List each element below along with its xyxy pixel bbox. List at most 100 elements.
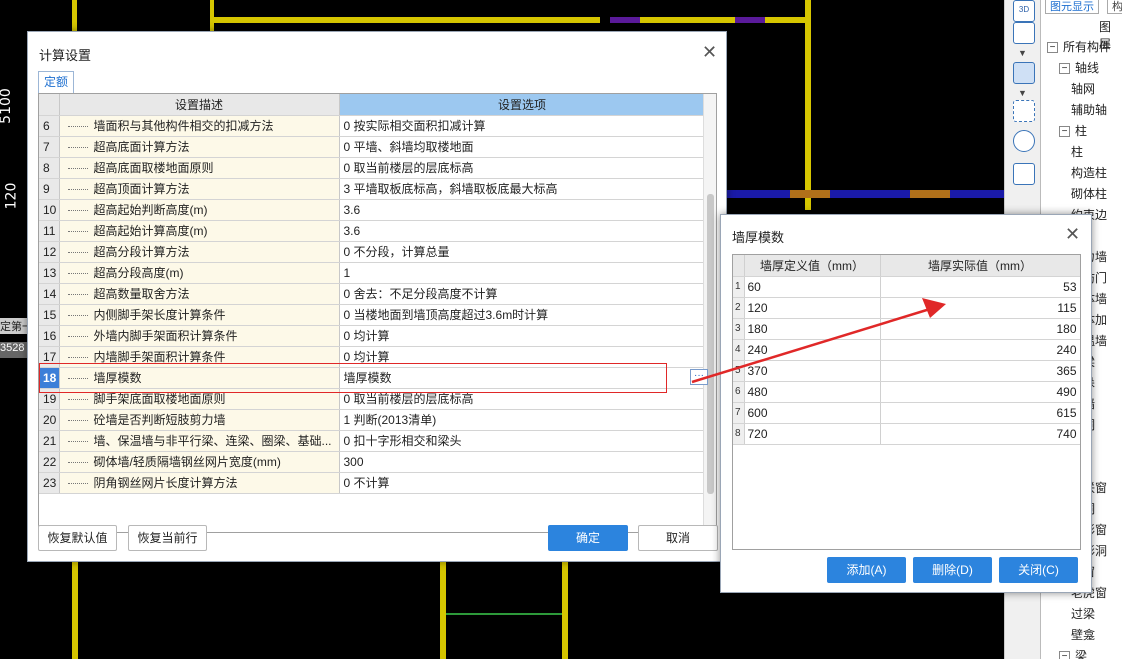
defined-value-cell[interactable]: 120 — [744, 297, 881, 319]
collapse-icon[interactable]: − — [1059, 63, 1070, 75]
collapse-icon[interactable]: − — [1059, 651, 1070, 659]
tab-component[interactable]: 构 — [1107, 0, 1122, 14]
hex-component-icon[interactable] — [1013, 130, 1035, 152]
defined-value-cell[interactable]: 240 — [744, 339, 881, 361]
table-row[interactable]: 23 阴角钢丝网片长度计算方法 0 不计算 — [39, 472, 706, 494]
actual-value-cell[interactable]: 53 — [880, 276, 1080, 298]
row-option-value[interactable]: 墙厚模数 — [339, 367, 706, 389]
restore-row-button[interactable]: 恢复当前行 — [128, 525, 207, 551]
actual-value-cell[interactable]: 115 — [880, 297, 1080, 319]
cancel-button[interactable]: 取消 — [638, 525, 718, 551]
row-option-value[interactable]: 3.6 — [339, 220, 706, 242]
row-option-value[interactable]: 0 舍去：不足分段高度不计算 — [339, 283, 706, 305]
row-description-text: 外墙内脚手架面积计算条件 — [93, 329, 238, 343]
chevron-down-icon[interactable]: ▼ — [1018, 48, 1027, 58]
table-row[interactable]: 6 480 490 — [733, 381, 1080, 403]
tree-item[interactable]: 轴网 — [1071, 79, 1095, 100]
row-option-value[interactable]: 0 取当前楼层的层底标高 — [339, 157, 706, 179]
row-option-value[interactable]: 3.6 — [339, 199, 706, 221]
table-row[interactable]: 9 超高顶面计算方法 3 平墙取板底标高，斜墙取板底最大标高 — [39, 178, 706, 200]
row-option-value[interactable]: 0 按实际相交面积扣减计算 — [339, 115, 706, 137]
close-button[interactable]: 关闭(C) — [999, 557, 1078, 583]
table-row[interactable]: 4 240 240 — [733, 339, 1080, 361]
row-option-value[interactable]: 1 — [339, 262, 706, 284]
table-row[interactable]: 8 720 740 — [733, 423, 1080, 445]
row-option-value[interactable]: 0 取当前楼层的层底标高 — [339, 388, 706, 410]
close-icon[interactable]: ✕ — [1065, 225, 1080, 243]
restore-default-button[interactable]: 恢复默认值 — [38, 525, 117, 551]
table-row[interactable]: 7 超高底面计算方法 0 平墙、斜墙均取楼地面 — [39, 136, 706, 158]
row-option-value[interactable]: 0 当楼地面到墙顶高度超过3.6m时计算 — [339, 304, 706, 326]
tree-item[interactable]: 柱 — [1071, 142, 1083, 163]
tree-item[interactable]: 构造柱 — [1071, 163, 1107, 184]
tab-display[interactable]: 图元显示 — [1045, 0, 1099, 14]
table-row[interactable]: 16 外墙内脚手架面积计算条件 0 均计算 — [39, 325, 706, 347]
tree-item[interactable]: 过梁 — [1071, 604, 1095, 625]
row-option-value[interactable]: 0 均计算 — [339, 346, 706, 368]
actual-value-cell[interactable]: 740 — [880, 423, 1080, 445]
actual-value-cell[interactable]: 365 — [880, 360, 1080, 382]
table-row[interactable]: 18 墙厚模数 墙厚模数 — [39, 367, 706, 389]
table-row[interactable]: 21 墙、保温墙与非平行梁、连梁、圈梁、基础... 0 扣十字形相交和梁头 — [39, 430, 706, 452]
actual-value-cell[interactable]: 240 — [880, 339, 1080, 361]
table-row[interactable]: 11 超高起始计算高度(m) 3.6 — [39, 220, 706, 242]
table-row[interactable]: 6 墙面积与其他构件相交的扣减方法 0 按实际相交面积扣减计算 — [39, 115, 706, 137]
table-row[interactable]: 1 60 53 — [733, 276, 1080, 298]
table-row[interactable]: 12 超高分段计算方法 0 不分段，计算总量 — [39, 241, 706, 263]
table-row[interactable]: 3 180 180 — [733, 318, 1080, 340]
close-icon[interactable]: ✕ — [702, 43, 717, 61]
cube-filled-icon[interactable] — [1013, 62, 1035, 84]
table-row[interactable]: 8 超高底面取楼地面原则 0 取当前楼层的层底标高 — [39, 157, 706, 179]
table-row[interactable]: 13 超高分段高度(m) 1 — [39, 262, 706, 284]
collapse-icon[interactable]: − — [1059, 126, 1070, 138]
table-row[interactable]: 22 砌体墙/轻质隔墙钢丝网片宽度(mm) 300 — [39, 451, 706, 473]
defined-value-cell[interactable]: 480 — [744, 381, 881, 403]
tree-item[interactable]: − 梁 — [1059, 646, 1087, 659]
ellipsis-button[interactable]: ··· — [690, 369, 708, 385]
tree-indent-line — [67, 147, 88, 149]
actual-value-cell[interactable]: 615 — [880, 402, 1080, 424]
actual-value-cell[interactable]: 490 — [880, 381, 1080, 403]
3d-view-icon[interactable]: 3D — [1013, 0, 1035, 22]
defined-value-cell[interactable]: 180 — [744, 318, 881, 340]
vertical-scrollbar[interactable] — [703, 94, 716, 532]
row-option-value[interactable]: 0 均计算 — [339, 325, 706, 347]
row-option-value[interactable]: 0 平墙、斜墙均取楼地面 — [339, 136, 706, 158]
table-row[interactable]: 7 600 615 — [733, 402, 1080, 424]
table-row[interactable]: 19 脚手架底面取楼地面原则 0 取当前楼层的层底标高 — [39, 388, 706, 410]
tree-item[interactable]: 砌体柱 — [1071, 184, 1107, 205]
defined-value-cell[interactable]: 370 — [744, 360, 881, 382]
frame-select-icon[interactable] — [1013, 100, 1035, 122]
table-row[interactable]: 2 120 115 — [733, 297, 1080, 319]
tree-item[interactable]: 辅助轴 — [1071, 100, 1107, 121]
tree-item[interactable]: − 所有构件 — [1047, 37, 1111, 58]
tree-item[interactable]: − 柱 — [1059, 121, 1087, 142]
chevron-down-icon[interactable]: ▼ — [1018, 88, 1027, 98]
defined-value-cell[interactable]: 60 — [744, 276, 881, 298]
ok-button[interactable]: 确定 — [548, 525, 628, 551]
table-row[interactable]: 15 内侧脚手架长度计算条件 0 当楼地面到墙顶高度超过3.6m时计算 — [39, 304, 706, 326]
row-option-value[interactable]: 3 平墙取板底标高，斜墙取板底最大标高 — [339, 178, 706, 200]
defined-value-cell[interactable]: 600 — [744, 402, 881, 424]
delete-button[interactable]: 删除(D) — [913, 557, 992, 583]
table-row[interactable]: 14 超高数量取舍方法 0 舍去：不足分段高度不计算 — [39, 283, 706, 305]
row-option-value[interactable]: 0 不计算 — [339, 472, 706, 494]
table-row[interactable]: 5 370 365 — [733, 360, 1080, 382]
collapse-icon[interactable]: − — [1047, 42, 1058, 54]
cube-icon[interactable] — [1013, 22, 1035, 44]
tree-item[interactable]: 壁龛 — [1071, 625, 1095, 646]
table-row[interactable]: 17 内墙脚手架面积计算条件 0 均计算 — [39, 346, 706, 368]
row-option-value[interactable]: 0 不分段，计算总量 — [339, 241, 706, 263]
defined-value-cell[interactable]: 720 — [744, 423, 881, 445]
row-option-value[interactable]: 300 — [339, 451, 706, 473]
list-view-icon[interactable] — [1013, 163, 1035, 185]
table-row[interactable]: 20 砼墙是否判断短肢剪力墙 1 判断(2013清单) — [39, 409, 706, 431]
actual-value-cell[interactable]: 180 — [880, 318, 1080, 340]
scrollbar-thumb[interactable] — [707, 194, 714, 494]
row-option-value[interactable]: 0 扣十字形相交和梁头 — [339, 430, 706, 452]
tree-item[interactable]: − 轴线 — [1059, 58, 1099, 79]
table-row[interactable]: 10 超高起始判断高度(m) 3.6 — [39, 199, 706, 221]
row-option-value[interactable]: 1 判断(2013清单) — [339, 409, 706, 431]
tab-quota[interactable]: 定额 — [38, 71, 74, 93]
add-button[interactable]: 添加(A) — [827, 557, 906, 583]
